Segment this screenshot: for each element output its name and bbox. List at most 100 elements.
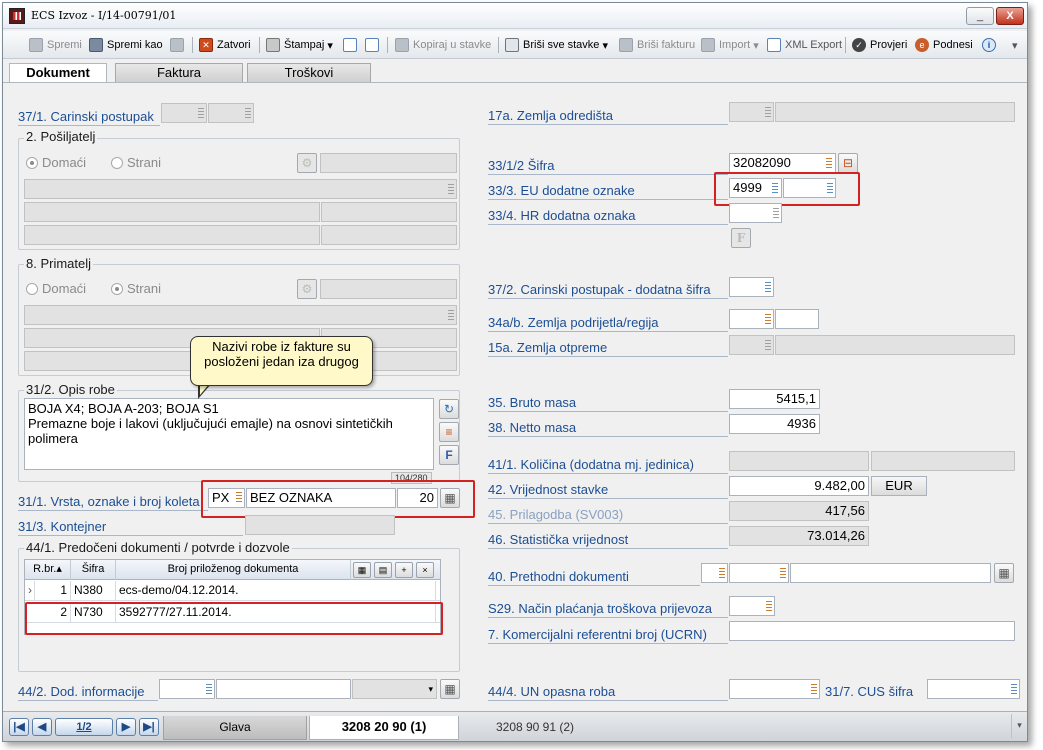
zemlja-podrijetla-field[interactable] <box>729 309 774 329</box>
carinski-postupak-field-2[interactable] <box>208 103 254 123</box>
table-row[interactable]: › 1 N380 ecs-demo/04.12.2014. <box>25 581 440 601</box>
primatelj-search-button[interactable]: ⚙ <box>297 279 317 299</box>
netto-label: 38. Netto masa <box>488 420 577 435</box>
provjeri-button[interactable]: ✓ Provjeri <box>852 37 907 53</box>
last-page-button[interactable]: ▶| <box>139 718 159 736</box>
ucrn-field[interactable] <box>729 621 1015 641</box>
un-opasna-field[interactable] <box>729 679 820 699</box>
dod-info-code-field[interactable] <box>159 679 215 699</box>
minimize-button[interactable]: _ <box>966 7 994 25</box>
grid-add-button[interactable]: ▦ <box>353 562 371 578</box>
dod-info-text-field[interactable] <box>216 679 351 699</box>
posiljatelj-address-field-2[interactable] <box>321 202 457 222</box>
annotation-callout: Nazivi robe iz fakture su posloženi jeda… <box>190 336 373 386</box>
posiljatelj-strani-radio[interactable]: Strani <box>111 155 161 170</box>
posiljatelj-country-field[interactable] <box>321 225 457 245</box>
posiljatelj-address-field[interactable] <box>24 202 320 222</box>
tab-troskovi[interactable]: Troškovi <box>247 63 371 82</box>
save-all-button[interactable] <box>170 37 188 53</box>
col-rbr[interactable]: R.br.▴ <box>25 560 71 580</box>
insert-description-button[interactable]: ≡ <box>439 422 459 442</box>
zemlja-otpreme-name-field[interactable] <box>775 335 1015 355</box>
hr-format-button[interactable]: F <box>731 228 751 248</box>
preview-icon <box>343 38 357 52</box>
send-icon: e <box>915 38 929 52</box>
toolbar-overflow-button[interactable]: ▾ <box>1012 37 1018 53</box>
dod-info-select[interactable]: ▾ <box>352 679 437 699</box>
prev-page-button[interactable]: ◀ <box>32 718 52 736</box>
posiljatelj-code-field[interactable] <box>320 153 457 173</box>
netto-field[interactable]: 4936 <box>729 414 820 434</box>
podnesi-button[interactable]: e Podnesi <box>915 37 973 53</box>
predoceni-title: 44/1. Predočeni dokumenti / potvrde i do… <box>24 540 292 555</box>
posiljatelj-search-button[interactable]: ⚙ <box>297 153 317 173</box>
document-button[interactable] <box>365 37 383 53</box>
next-page-button[interactable]: ▶ <box>116 718 136 736</box>
primatelj-strani-radio[interactable]: Strani <box>111 281 161 296</box>
status-tab-item-2[interactable]: 3208 90 91 (2) <box>463 716 607 740</box>
brisi-sve-button[interactable]: Briši sve stavke ▾ <box>505 37 608 53</box>
zemlja-odredista-name-field[interactable] <box>775 102 1015 122</box>
status-tab-glava[interactable]: Glava <box>163 716 307 740</box>
prethodni-grid-button[interactable]: ▦ <box>994 563 1014 583</box>
status-scroll-button[interactable]: ▾ <box>1011 714 1027 738</box>
zatvori-button[interactable]: ✕ Zatvori <box>199 37 251 53</box>
opis-robe-textarea[interactable]: BOJA X4; BOJA A-203; BOJA S1 Premazne bo… <box>24 398 434 470</box>
kolicina-field[interactable] <box>729 451 869 471</box>
carinski-postupak-field[interactable] <box>161 103 207 123</box>
nacin-placanja-field[interactable] <box>729 596 775 616</box>
list-icon <box>766 601 772 611</box>
sifra-field[interactable]: 32082090 <box>729 153 836 173</box>
page-indicator[interactable]: 1/2 <box>55 718 113 736</box>
ucrn-label: 7. Komercijalni referentni broj (UCRN) <box>488 627 707 642</box>
stampaj-button[interactable]: Štampaj ▾ <box>266 37 333 53</box>
prethodni-type-field[interactable] <box>701 563 728 583</box>
xml-export-button[interactable]: XML Export <box>767 37 842 53</box>
import-button[interactable]: Import ▾ <box>701 37 759 53</box>
grid-insert-button[interactable]: + <box>395 562 413 578</box>
statisticka-field: 73.014,26 <box>729 526 869 546</box>
cp-dodatna-field[interactable] <box>729 277 774 297</box>
col-sifra[interactable]: Šifra <box>71 560 116 580</box>
refresh-description-button[interactable]: ↻ <box>439 399 459 419</box>
prethodni-number-field[interactable] <box>790 563 991 583</box>
posiljatelj-name-field[interactable] <box>24 179 457 199</box>
brisi-fakturu-button[interactable]: Briši fakturu <box>619 37 695 53</box>
dod-info-grid-button[interactable]: ▦ <box>440 679 460 699</box>
sifra-lookup-button[interactable]: ⊟ <box>838 153 858 173</box>
cus-field[interactable] <box>927 679 1020 699</box>
label-underline <box>18 125 160 126</box>
kopiraj-button[interactable]: Kopiraj u stavke <box>395 37 491 53</box>
label-underline <box>18 510 208 511</box>
vrijednost-field[interactable]: 9.482,00 <box>729 476 869 496</box>
spremi-button[interactable]: Spremi <box>29 37 82 53</box>
info-button[interactable]: i <box>982 37 1000 53</box>
prethodni-code-field[interactable] <box>729 563 789 583</box>
bruto-field[interactable]: 5415,1 <box>729 389 820 409</box>
tab-faktura[interactable]: Faktura <box>115 63 243 82</box>
spremi-kao-button[interactable]: Spremi kao <box>89 37 163 53</box>
posiljatelj-domaci-radio[interactable]: Domaći <box>26 155 86 170</box>
primatelj-code-field[interactable] <box>320 279 457 299</box>
list-icon <box>448 184 454 194</box>
valuta-button[interactable]: EUR <box>871 476 927 496</box>
kontejner-field[interactable] <box>245 515 395 535</box>
col-broj[interactable]: Broj priloženog dokumenta <box>116 560 351 580</box>
primatelj-domaci-radio[interactable]: Domaći <box>26 281 86 296</box>
close-window-button[interactable]: X <box>996 7 1024 25</box>
zemlja-otpreme-code-field[interactable] <box>729 335 774 355</box>
format-button[interactable]: F <box>439 445 459 465</box>
status-tab-item-1[interactable]: 3208 20 90 (1) <box>309 716 459 740</box>
posiljatelj-city-field[interactable] <box>24 225 320 245</box>
zemlja-odredista-code-field[interactable] <box>729 102 774 122</box>
grid-delete-button[interactable]: × <box>416 562 434 578</box>
vrsta-koleta-label: 31/1. Vrsta, oznake i broj koleta <box>18 494 200 509</box>
kolicina-unit-field[interactable] <box>871 451 1015 471</box>
grid-edit-button[interactable]: ▤ <box>374 562 392 578</box>
primatelj-name-field[interactable] <box>24 305 457 325</box>
preview-button[interactable] <box>343 37 361 53</box>
tab-dokument[interactable]: Dokument <box>9 63 107 82</box>
regija-field[interactable] <box>775 309 819 329</box>
first-page-button[interactable]: |◀ <box>9 718 29 736</box>
hr-oznaka-field[interactable] <box>729 203 782 223</box>
